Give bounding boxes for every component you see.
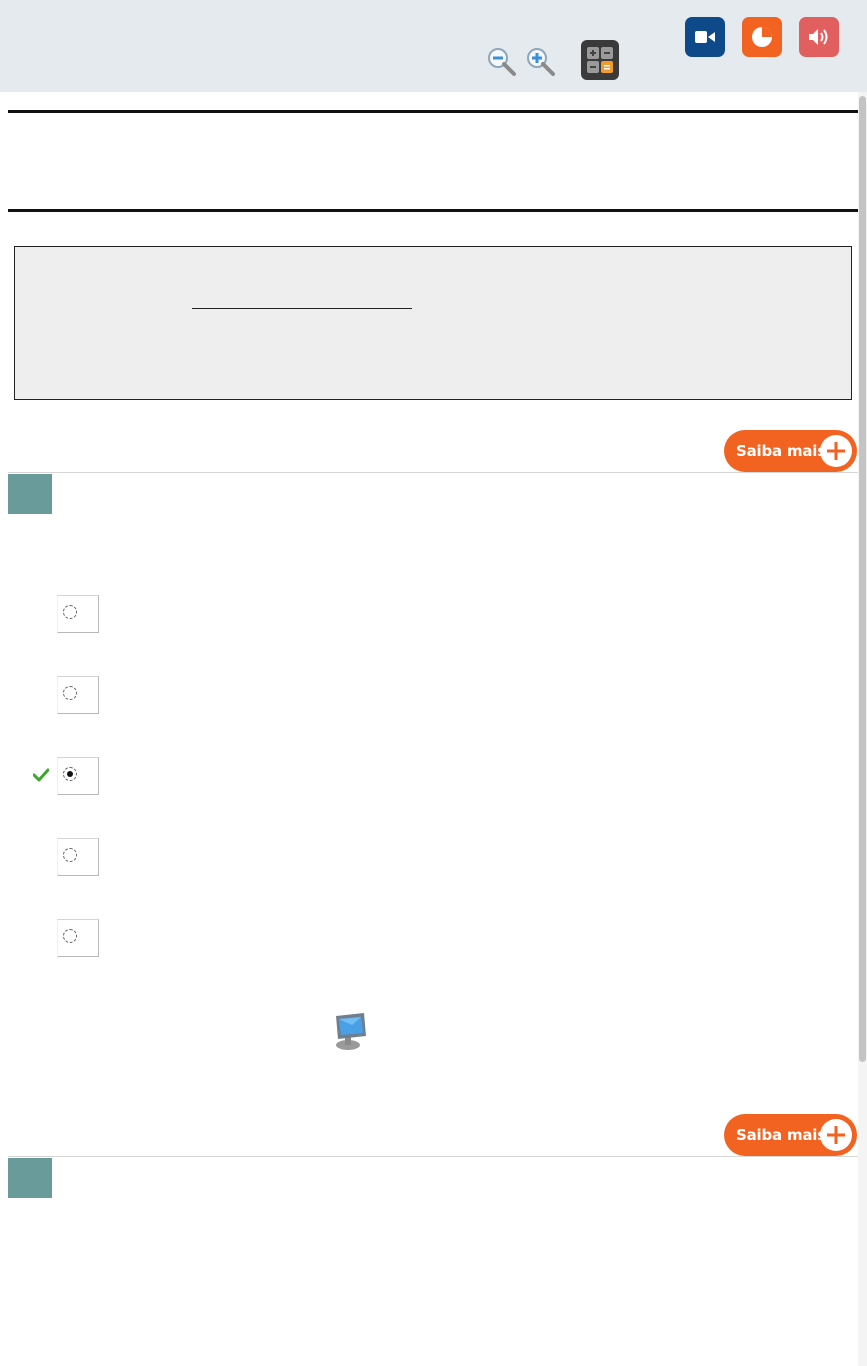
- saiba-mais-button[interactable]: Saiba mais: [724, 430, 857, 472]
- plus-icon: [820, 435, 852, 467]
- answer-option-c[interactable]: [57, 757, 99, 795]
- question-separator: [8, 472, 858, 473]
- audio-icon[interactable]: [799, 17, 839, 57]
- zoom-out-icon[interactable]: [484, 44, 518, 78]
- header-top-rule: [8, 110, 858, 113]
- answer-option-a[interactable]: [57, 595, 99, 633]
- info-underline: [192, 308, 412, 309]
- radio-button[interactable]: [63, 605, 77, 619]
- saiba-mais-label: Saiba mais: [736, 442, 826, 460]
- pie-chart-icon[interactable]: [742, 17, 782, 57]
- answer-option-e[interactable]: [57, 919, 99, 957]
- radio-button[interactable]: [63, 848, 77, 862]
- question-number-badge-2: [8, 1158, 52, 1198]
- question-separator-2: [8, 1156, 858, 1157]
- radio-button[interactable]: [63, 929, 77, 943]
- calculator-icon[interactable]: [581, 40, 619, 80]
- radio-button-selected[interactable]: [63, 767, 77, 781]
- saiba-mais-button-2[interactable]: Saiba mais: [724, 1114, 857, 1156]
- info-box: [14, 246, 852, 400]
- answer-option-d[interactable]: [57, 838, 99, 876]
- plus-icon: [820, 1119, 852, 1151]
- zoom-in-icon[interactable]: [523, 44, 557, 78]
- video-icon[interactable]: [685, 17, 725, 57]
- answer-option-b[interactable]: [57, 676, 99, 714]
- radio-button[interactable]: [63, 686, 77, 700]
- question-number-badge: [8, 474, 52, 514]
- scrollbar-thumb[interactable]: [859, 96, 866, 1062]
- saiba-mais-label: Saiba mais: [736, 1126, 826, 1144]
- correct-check-icon: [32, 768, 50, 787]
- toolbar: [0, 0, 867, 92]
- header-bottom-rule: [8, 209, 858, 212]
- monitor-icon[interactable]: [332, 1012, 368, 1052]
